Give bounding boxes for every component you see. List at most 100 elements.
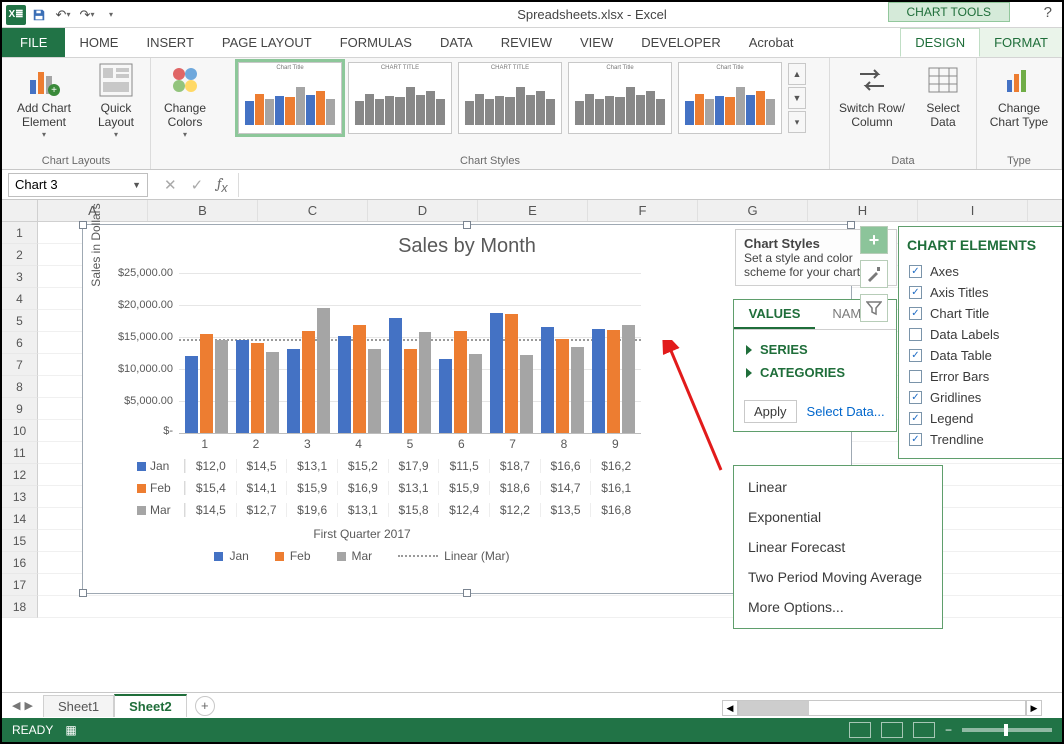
checkbox[interactable] (909, 328, 922, 341)
row-header[interactable]: 8 (2, 376, 38, 398)
bar-jan-2[interactable] (236, 340, 249, 433)
chart-style-4[interactable]: Chart Title (568, 62, 672, 134)
gallery-more-button[interactable]: ▾ (788, 111, 806, 133)
col-header[interactable]: C (258, 200, 368, 221)
col-header[interactable]: G (698, 200, 808, 221)
resize-handle[interactable] (79, 589, 87, 597)
col-header[interactable]: E (478, 200, 588, 221)
bar-jan-3[interactable] (287, 349, 300, 433)
resize-handle[interactable] (463, 221, 471, 229)
row-header[interactable]: 4 (2, 288, 38, 310)
checkbox[interactable]: ✓ (909, 391, 922, 404)
row-header[interactable]: 17 (2, 574, 38, 596)
resize-handle[interactable] (847, 221, 855, 229)
bar-mar-8[interactable] (571, 347, 584, 433)
zoom-out-button[interactable]: − (945, 723, 952, 737)
menu-item-linear[interactable]: Linear (734, 472, 942, 502)
bar-feb-5[interactable] (404, 349, 417, 433)
chart-element-data-labels[interactable]: Data Labels (907, 324, 1062, 345)
menu-item-exponential[interactable]: Exponential (734, 502, 942, 532)
tab-acrobat[interactable]: Acrobat (735, 28, 808, 57)
sheet-next-button[interactable]: ▶ (24, 699, 32, 712)
categories-header[interactable]: CATEGORIES (744, 361, 886, 384)
zoom-slider[interactable] (962, 728, 1052, 732)
chart-styles-button[interactable] (860, 260, 888, 288)
bar-mar-5[interactable] (419, 332, 432, 433)
row-header[interactable]: 18 (2, 596, 38, 618)
chart-object[interactable]: Sales by Month Sales in Dollars $25,000.… (82, 224, 852, 594)
cells-area[interactable]: Sales by Month Sales in Dollars $25,000.… (38, 222, 1062, 618)
tab-developer[interactable]: DEVELOPER (627, 28, 734, 57)
chart-element-legend[interactable]: ✓Legend (907, 408, 1062, 429)
chart-element-data-table[interactable]: ✓Data Table (907, 345, 1062, 366)
menu-item-moving-average[interactable]: Two Period Moving Average (734, 562, 942, 592)
row-header[interactable]: 14 (2, 508, 38, 530)
tab-view[interactable]: VIEW (566, 28, 627, 57)
chart-element-axis-titles[interactable]: ✓Axis Titles (907, 282, 1062, 303)
change-chart-type-button[interactable]: Change Chart Type (983, 62, 1055, 130)
menu-item-linear-forecast[interactable]: Linear Forecast (734, 532, 942, 562)
chart-element-gridlines[interactable]: ✓Gridlines (907, 387, 1062, 408)
undo-button[interactable]: ↶▾ (52, 4, 74, 26)
macro-record-icon[interactable]: ▦ (65, 723, 76, 737)
checkbox[interactable]: ✓ (909, 412, 922, 425)
bar-feb-9[interactable] (607, 330, 620, 433)
bar-jan-6[interactable] (439, 359, 452, 433)
resize-handle[interactable] (79, 221, 87, 229)
sheet-prev-button[interactable]: ◀ (12, 699, 20, 712)
tab-review[interactable]: REVIEW (487, 28, 566, 57)
tab-insert[interactable]: INSERT (132, 28, 207, 57)
checkbox[interactable]: ✓ (909, 286, 922, 299)
help-button[interactable]: ? (1044, 4, 1052, 21)
menu-item-more-options[interactable]: More Options... (734, 592, 942, 622)
chart-style-3[interactable]: CHART TITLE (458, 62, 562, 134)
row-header[interactable]: 1 (2, 222, 38, 244)
chart-element-error-bars[interactable]: Error Bars (907, 366, 1062, 387)
series-header[interactable]: SERIES (744, 338, 886, 361)
bar-feb-1[interactable] (200, 334, 213, 433)
row-header[interactable]: 12 (2, 464, 38, 486)
checkbox[interactable]: ✓ (909, 265, 922, 278)
row-header[interactable]: 15 (2, 530, 38, 552)
formula-bar-input[interactable] (238, 173, 1062, 197)
chart-filters-button[interactable] (860, 294, 888, 322)
gallery-down-button[interactable]: ▼ (788, 87, 806, 109)
scroll-left-button[interactable]: ◀ (722, 700, 738, 716)
bar-mar-6[interactable] (469, 354, 482, 433)
cancel-formula-button[interactable]: ✕ (164, 176, 177, 194)
bar-mar-1[interactable] (215, 340, 228, 433)
checkbox[interactable]: ✓ (909, 307, 922, 320)
row-header[interactable]: 6 (2, 332, 38, 354)
col-header[interactable]: F (588, 200, 698, 221)
row-header[interactable]: 5 (2, 310, 38, 332)
chart-style-2[interactable]: CHART TITLE (348, 62, 452, 134)
quick-layout-button[interactable]: Quick Layout▾ (88, 62, 144, 139)
zoom-thumb[interactable] (1004, 724, 1008, 736)
bar-feb-3[interactable] (302, 331, 315, 433)
qat-customize-button[interactable]: ▾ (100, 4, 122, 26)
tab-data[interactable]: DATA (426, 28, 487, 57)
bar-mar-4[interactable] (368, 349, 381, 433)
scroll-right-button[interactable]: ▶ (1026, 700, 1042, 716)
legend[interactable]: Jan Feb Mar Linear (Mar) (83, 549, 641, 563)
view-page-break-button[interactable] (913, 722, 935, 738)
values-tab[interactable]: VALUES (734, 300, 815, 329)
row-header[interactable]: 9 (2, 398, 38, 420)
col-header[interactable]: H (808, 200, 918, 221)
view-page-layout-button[interactable] (881, 722, 903, 738)
plot-area[interactable]: $25,000.00 $20,000.00 $15,000.00 $10,000… (179, 273, 641, 433)
row-header[interactable]: 13 (2, 486, 38, 508)
redo-button[interactable]: ↷▾ (76, 4, 98, 26)
view-normal-button[interactable] (849, 722, 871, 738)
new-sheet-button[interactable]: + (195, 696, 215, 716)
tab-format[interactable]: FORMAT (980, 28, 1062, 57)
checkbox[interactable]: ✓ (909, 349, 922, 362)
sheet-tab-2[interactable]: Sheet2 (114, 694, 187, 717)
bar-feb-4[interactable] (353, 325, 366, 433)
bar-jan-1[interactable] (185, 356, 198, 433)
horizontal-scrollbar[interactable]: ◀ ▶ (722, 700, 1042, 716)
col-header[interactable]: D (368, 200, 478, 221)
select-all-button[interactable] (2, 200, 38, 221)
resize-handle[interactable] (463, 589, 471, 597)
row-header[interactable]: 7 (2, 354, 38, 376)
